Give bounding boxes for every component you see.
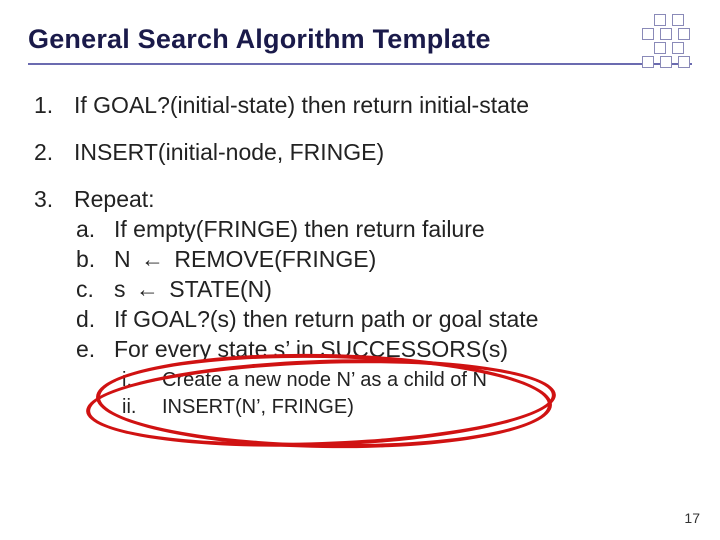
step-3a: If empty(FRINGE) then return failure [74,215,692,245]
step-3b-pre: N [114,246,137,272]
step-3e-ii-text: INSERT(N’, FRINGE) [162,396,354,418]
title-underline [28,63,692,65]
step-3a-text: If empty(FRINGE) then return failure [114,216,485,242]
successor-substeps: Create a new node N’ as a child of N INS… [114,367,692,421]
page-title: General Search Algorithm Template [28,24,692,55]
slide: General Search Algorithm Template If GOA… [0,0,720,540]
left-arrow-icon: ← [132,275,163,305]
step-1: If GOAL?(initial-state) then return init… [34,91,692,120]
step-3e-text: For every state s’ in SUCCESSORS(s) [114,336,508,362]
step-3c-post: STATE(N) [163,276,272,302]
left-arrow-icon: ← [137,245,168,275]
algorithm-list: If GOAL?(initial-state) then return init… [28,91,692,421]
step-3d-text: If GOAL?(s) then return path or goal sta… [114,306,538,332]
step-3c-pre: s [114,276,132,302]
step-2: INSERT(initial-node, FRINGE) [34,138,692,167]
step-3e-i: Create a new node N’ as a child of N [116,367,692,394]
step-2-text: INSERT(initial-node, FRINGE) [74,139,384,165]
page-number: 17 [684,510,700,526]
step-3b-post: REMOVE(FRINGE) [168,246,376,272]
step-3d: If GOAL?(s) then return path or goal sta… [74,305,692,335]
step-3e-ii: INSERT(N’, FRINGE) [116,394,692,421]
repeat-substeps: If empty(FRINGE) then return failure N ←… [74,215,692,420]
step-3b: N ← REMOVE(FRINGE) [74,245,692,275]
step-3-head: Repeat: [74,186,155,212]
step-3e-i-text: Create a new node N’ as a child of N [162,369,487,391]
corner-grid-icon [642,14,700,72]
step-3e: For every state s’ in SUCCESSORS(s) Crea… [74,335,692,421]
step-3c: s ← STATE(N) [74,275,692,305]
step-1-text: If GOAL?(initial-state) then return init… [74,92,529,118]
step-3: Repeat: If empty(FRINGE) then return fai… [34,185,692,421]
